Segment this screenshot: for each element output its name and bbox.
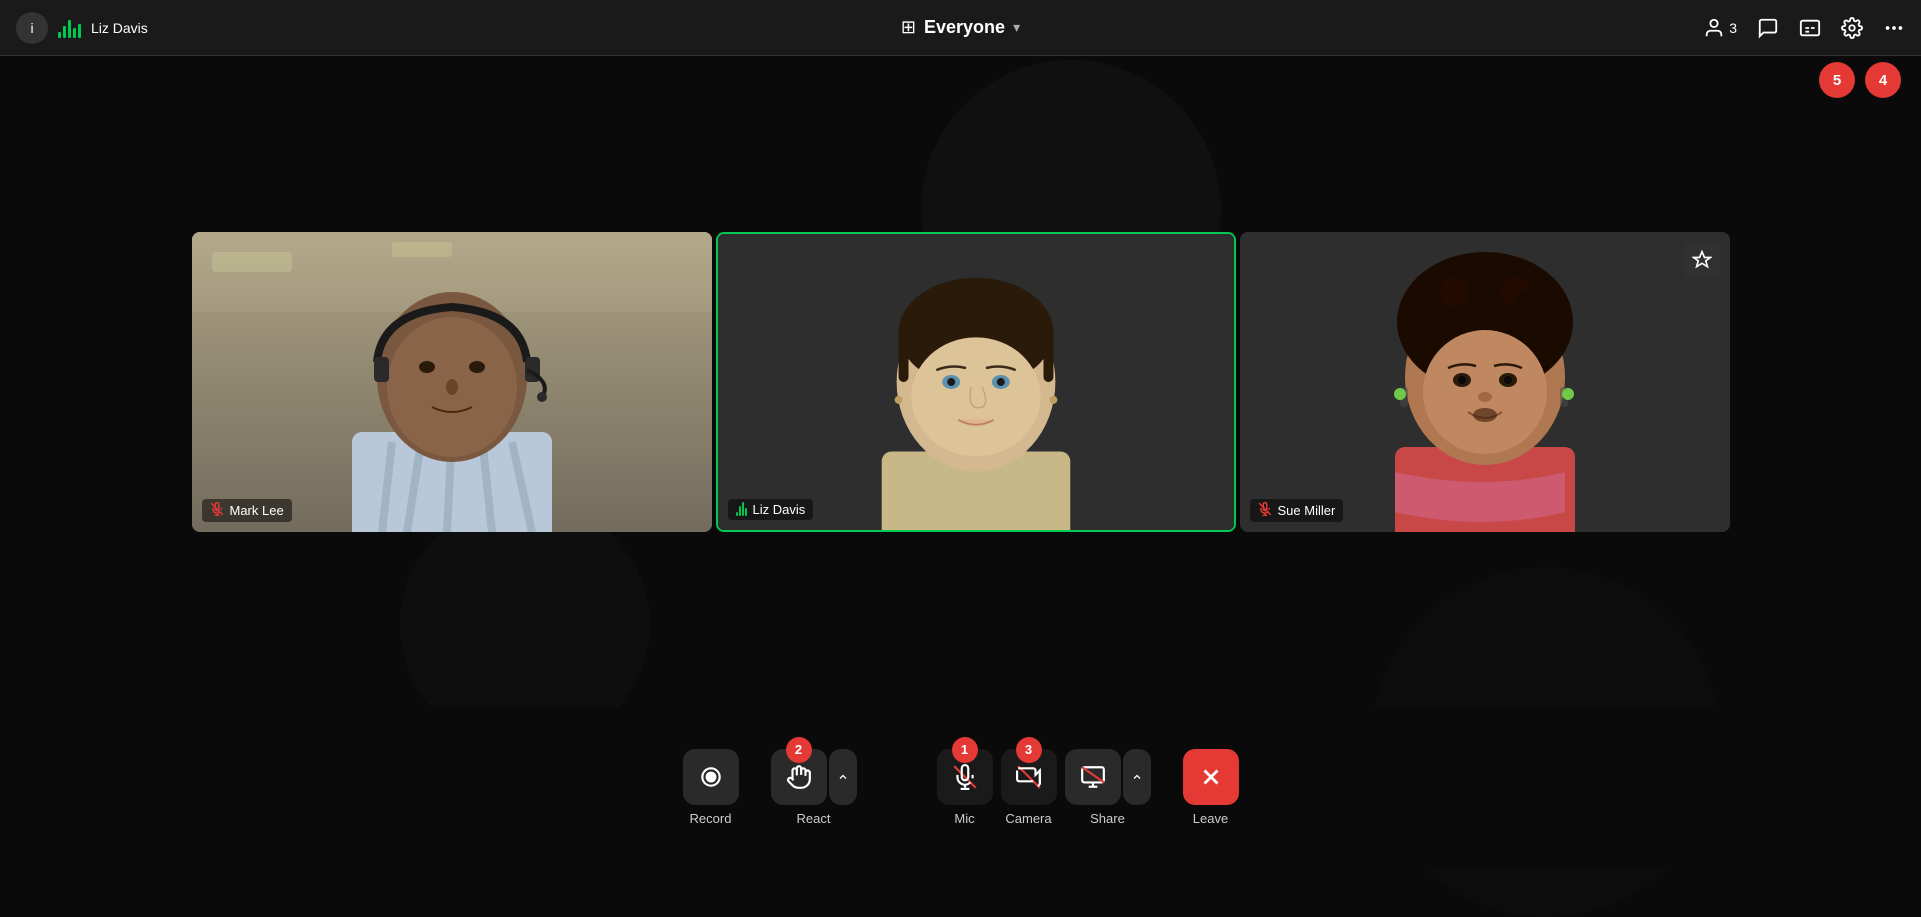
share-chevron[interactable] <box>1123 749 1151 805</box>
react-group: 2 React <box>771 749 857 826</box>
liz-photo <box>718 234 1234 530</box>
camera-button[interactable]: 3 <box>1001 749 1057 805</box>
share-btn-row <box>1065 749 1151 805</box>
sue-label: Sue Miller <box>1250 499 1344 522</box>
camera-label: Camera <box>1005 811 1051 826</box>
mark-photo <box>192 232 712 532</box>
mark-mute-icon <box>210 502 224 519</box>
record-button[interactable] <box>683 749 739 805</box>
audio-bar-5 <box>78 24 81 38</box>
record-group: Record <box>683 749 739 826</box>
react-chevron[interactable] <box>829 749 857 805</box>
mark-label: Mark Lee <box>202 499 292 522</box>
audio-bar-3 <box>68 20 71 38</box>
video-area: Mark Lee <box>0 56 1921 707</box>
video-tile-sue: Sue Miller <box>1240 232 1730 532</box>
video-tile-liz: Liz Davis <box>716 232 1236 532</box>
mic-bar-1 <box>736 512 738 516</box>
sue-photo <box>1240 232 1730 532</box>
host-name-label: Liz Davis <box>91 20 148 36</box>
leave-group: Leave <box>1183 749 1239 826</box>
grid-icon: ⊞ <box>901 17 916 38</box>
participants-count: 3 <box>1729 20 1737 36</box>
audio-bar-2 <box>63 26 66 38</box>
settings-icon[interactable] <box>1841 17 1863 39</box>
liz-active-mic <box>736 502 747 516</box>
mic-badge: 1 <box>952 737 978 763</box>
share-group: Share <box>1065 749 1151 826</box>
camera-badge: 3 <box>1016 737 1042 763</box>
mic-btn-row: 1 <box>937 749 993 805</box>
liz-name: Liz Davis <box>753 502 806 517</box>
record-btn-row <box>683 749 739 805</box>
audio-bar-4 <box>73 28 76 38</box>
share-button[interactable] <box>1065 749 1121 805</box>
mic-bar-4 <box>745 508 747 516</box>
info-icon[interactable]: i <box>16 12 48 44</box>
mic-bar-2 <box>739 506 741 516</box>
camera-btn-row: 3 <box>1001 749 1057 805</box>
audio-bars-indicator <box>58 18 81 38</box>
mic-label: Mic <box>954 811 974 826</box>
top-bar-left: i Liz Davis <box>16 12 901 44</box>
sue-name: Sue Miller <box>1278 503 1336 518</box>
info-icon-label: i <box>30 20 33 36</box>
camera-group: 3 Camera <box>1001 749 1057 826</box>
mic-button[interactable]: 1 <box>937 749 993 805</box>
leave-button[interactable] <box>1183 749 1239 805</box>
more-options-icon[interactable] <box>1883 17 1905 39</box>
mark-name: Mark Lee <box>230 503 284 518</box>
chat-icon[interactable] <box>1757 17 1779 39</box>
react-button[interactable]: 2 <box>771 749 827 805</box>
top-bar-right: 3 <box>1020 17 1905 39</box>
top-bar: i Liz Davis ⊞ Everyone ▾ 3 <box>0 0 1921 56</box>
participants-icon[interactable]: 3 <box>1703 17 1737 39</box>
chevron-down-icon[interactable]: ▾ <box>1013 19 1020 36</box>
audio-bar-1 <box>58 32 61 38</box>
badge-area: 5 4 <box>1819 62 1901 98</box>
bottom-toolbar: Record 2 React <box>0 707 1921 867</box>
video-tile-mark: Mark Lee <box>192 232 712 532</box>
record-label: Record <box>690 811 732 826</box>
leave-btn-row <box>1183 749 1239 805</box>
everyone-label[interactable]: Everyone <box>924 17 1005 38</box>
sue-mute-icon <box>1258 502 1272 519</box>
mic-group: 1 Mic <box>937 749 993 826</box>
pin-button[interactable] <box>1684 242 1720 278</box>
liz-label: Liz Davis <box>728 499 814 520</box>
leave-label: Leave <box>1193 811 1228 826</box>
mic-bar-3 <box>742 502 744 516</box>
react-btn-row: 2 <box>771 749 857 805</box>
react-badge: 2 <box>786 737 812 763</box>
captions-icon[interactable] <box>1799 17 1821 39</box>
top-bar-center: ⊞ Everyone ▾ <box>901 17 1020 38</box>
share-label: Share <box>1090 811 1125 826</box>
badge-5[interactable]: 5 <box>1819 62 1855 98</box>
react-label: React <box>797 811 831 826</box>
badge-4[interactable]: 4 <box>1865 62 1901 98</box>
